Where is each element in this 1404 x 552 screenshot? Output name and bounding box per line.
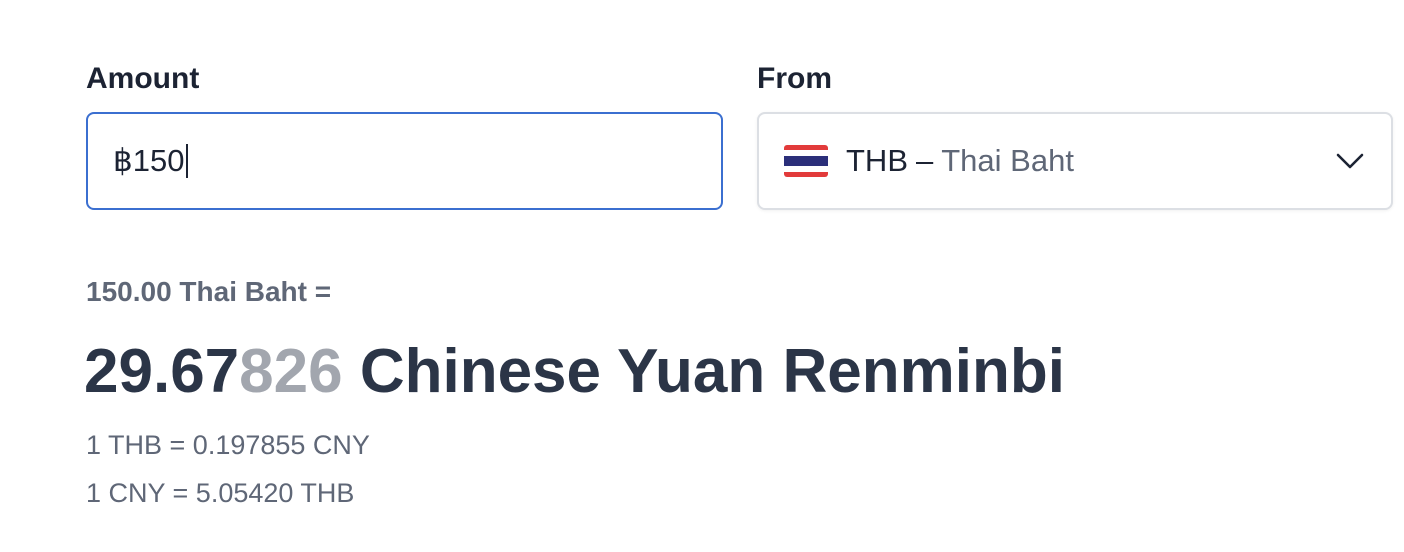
rate-forward: 1 THB = 0.197855 CNY — [86, 430, 370, 460]
thailand-flag-icon — [784, 145, 828, 177]
from-currency-code: THB — [846, 143, 908, 178]
result-faded-digits: 826 — [239, 337, 343, 406]
currency-separator: – — [916, 143, 934, 178]
currency-converter: Amount ฿150 From THB – Thai Baht 150.00 … — [0, 0, 1404, 552]
text-caret — [186, 144, 189, 178]
rate-reverse: 1 CNY = 5.05420 THB — [86, 478, 355, 508]
conversion-from-text: 150.00 Thai Baht = — [86, 276, 332, 307]
conversion-result: 29.67826 Chinese Yuan Renminbi — [84, 336, 1065, 407]
result-currency-name: Chinese Yuan Renminbi — [342, 337, 1065, 406]
amount-input[interactable]: ฿150 — [86, 112, 723, 210]
amount-value: ฿150 — [113, 143, 185, 178]
from-currency-select[interactable]: THB – Thai Baht — [757, 112, 1393, 210]
from-label: From — [757, 62, 832, 95]
result-main-digits: 29.67 — [84, 337, 240, 406]
from-currency-name: Thai Baht — [941, 143, 1074, 178]
amount-label: Amount — [86, 62, 200, 95]
chevron-down-icon[interactable] — [1335, 150, 1365, 172]
